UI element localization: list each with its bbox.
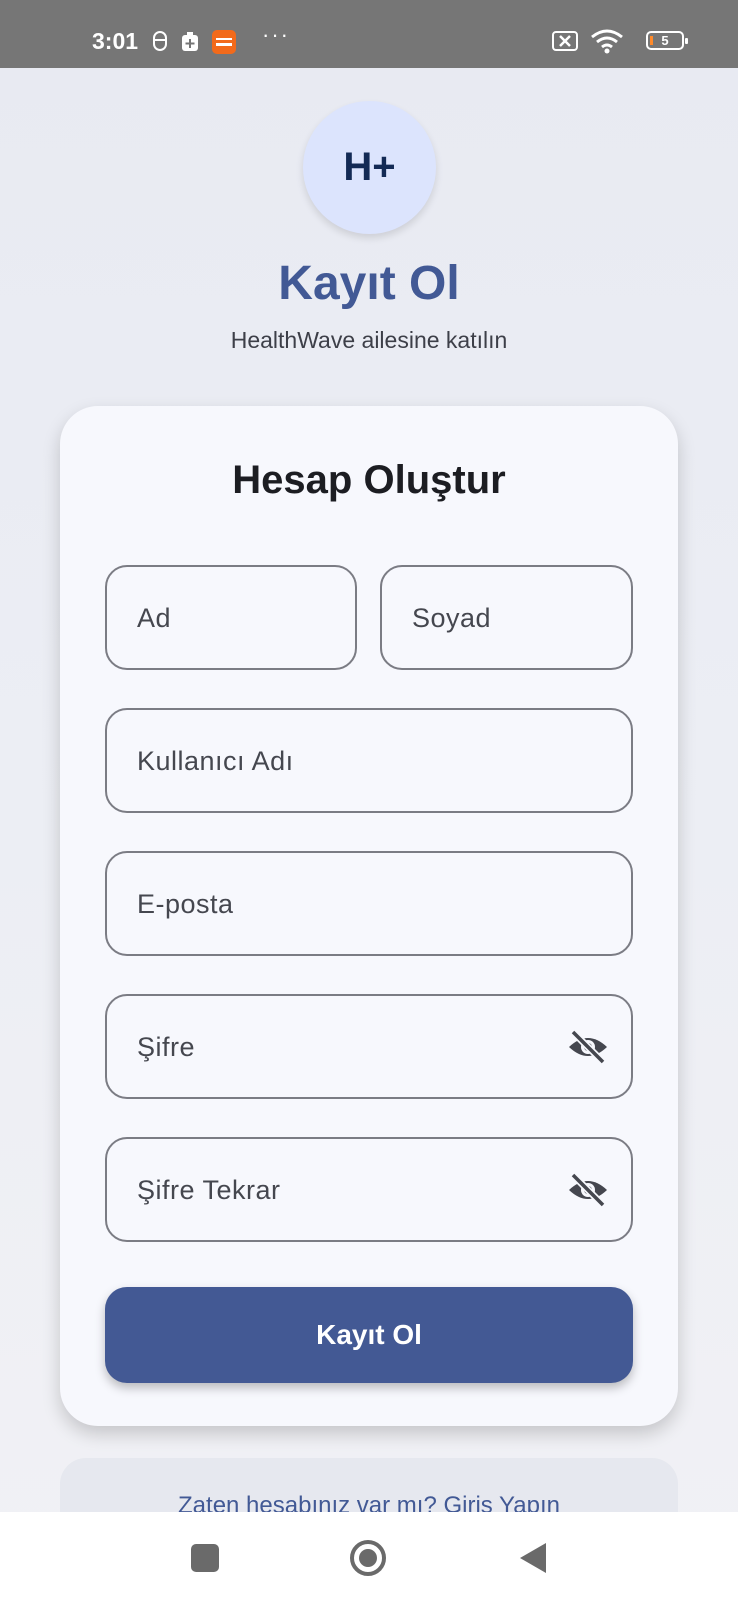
password-label: Şifre <box>137 1032 196 1062</box>
password-field[interactable]: Şifre <box>105 994 633 1099</box>
email-field[interactable]: E-posta <box>105 851 633 956</box>
back-icon[interactable] <box>518 1541 548 1575</box>
first-name-field[interactable]: Ad <box>105 565 357 670</box>
last-name-field[interactable]: Soyad <box>380 565 633 670</box>
username-field[interactable]: Kullanıcı Adı <box>105 708 633 813</box>
status-bar: 3:01 ··· 5 <box>0 0 738 68</box>
password-confirm-field[interactable]: Şifre Tekrar <box>105 1137 633 1242</box>
first-name-label: Ad <box>137 603 172 633</box>
visibility-off-icon[interactable] <box>567 1029 609 1065</box>
last-name-label: Soyad <box>412 603 492 633</box>
notification-icon <box>153 31 167 51</box>
wifi-icon <box>591 29 623 54</box>
battery-icon: 5 <box>646 31 688 50</box>
password-confirm-label: Şifre Tekrar <box>137 1175 281 1205</box>
sim-disabled-icon <box>552 31 578 51</box>
temu-icon <box>212 30 236 54</box>
app-logo: H+ <box>303 101 436 234</box>
page-subtitle: HealthWave ailesine katılın <box>230 327 508 353</box>
battery-level: 5 <box>661 33 669 48</box>
username-label: Kullanıcı Adı <box>137 746 294 776</box>
page-title: Kayıt Ol <box>278 257 460 310</box>
home-icon[interactable] <box>349 1539 387 1577</box>
card-title: Hesap Oluştur <box>232 458 506 502</box>
more-notifications-icon: ··· <box>262 22 290 47</box>
navigation-bar <box>0 1512 738 1600</box>
visibility-off-icon[interactable] <box>567 1172 609 1208</box>
email-label: E-posta <box>137 889 234 919</box>
status-time: 3:01 <box>92 28 139 54</box>
medical-app-icon <box>182 32 198 51</box>
register-button[interactable]: Kayıt Ol <box>105 1287 633 1383</box>
recent-apps-icon[interactable] <box>190 1543 220 1573</box>
